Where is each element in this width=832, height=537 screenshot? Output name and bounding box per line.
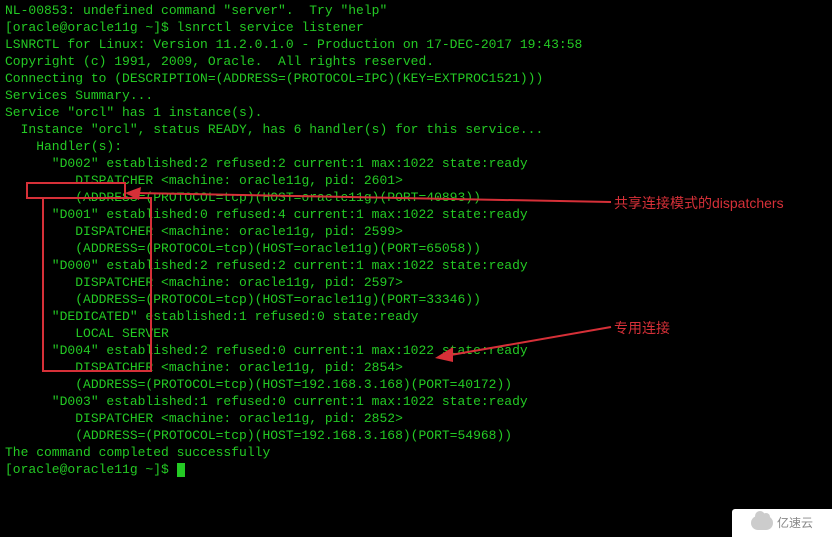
cursor [177,463,185,477]
terminal-line: DISPATCHER <machine: oracle11g, pid: 285… [5,410,827,427]
terminal-line: DISPATCHER <machine: oracle11g, pid: 285… [5,359,827,376]
terminal-line: DISPATCHER <machine: oracle11g, pid: 260… [5,172,827,189]
terminal-line: "D003" established:1 refused:0 current:1… [5,393,827,410]
terminal-line: (ADDRESS=(PROTOCOL=tcp)(HOST=oracle11g)(… [5,291,827,308]
terminal-line: (ADDRESS=(PROTOCOL=tcp)(HOST=oracle11g)(… [5,240,827,257]
terminal-line: (ADDRESS=(PROTOCOL=tcp)(HOST=192.168.3.1… [5,427,827,444]
terminal-line: The command completed successfully [5,444,827,461]
terminal-line: Copyright (c) 1991, 2009, Oracle. All ri… [5,53,827,70]
terminal-line: "DEDICATED" established:1 refused:0 stat… [5,308,827,325]
terminal-line: LSNRCTL for Linux: Version 11.2.0.1.0 - … [5,36,827,53]
annotation-shared: 共享连接模式的dispatchers [614,195,784,212]
annotation-dedicated: 专用连接 [614,320,670,337]
terminal-line: DISPATCHER <machine: oracle11g, pid: 259… [5,223,827,240]
terminal-output: NL-00853: undefined command "server". Tr… [5,2,827,478]
terminal-line: Instance "orcl", status READY, has 6 han… [5,121,827,138]
watermark: 亿速云 [732,509,832,537]
terminal-line: "D004" established:2 refused:0 current:1… [5,342,827,359]
terminal-line: "D002" established:2 refused:2 current:1… [5,155,827,172]
terminal-line: Service "orcl" has 1 instance(s). [5,104,827,121]
terminal-line: NL-00853: undefined command "server". Tr… [5,2,827,19]
watermark-text: 亿速云 [777,515,813,532]
terminal-line: Services Summary... [5,87,827,104]
terminal-line: "D000" established:2 refused:2 current:1… [5,257,827,274]
cloud-icon [751,516,773,530]
terminal-line: [oracle@oracle11g ~]$ [5,461,827,478]
terminal-line: LOCAL SERVER [5,325,827,342]
terminal-line: Connecting to (DESCRIPTION=(ADDRESS=(PRO… [5,70,827,87]
terminal-line: Handler(s): [5,138,827,155]
terminal-line: (ADDRESS=(PROTOCOL=tcp)(HOST=192.168.3.1… [5,376,827,393]
terminal-line: [oracle@oracle11g ~]$ lsnrctl service li… [5,19,827,36]
terminal-line: DISPATCHER <machine: oracle11g, pid: 259… [5,274,827,291]
